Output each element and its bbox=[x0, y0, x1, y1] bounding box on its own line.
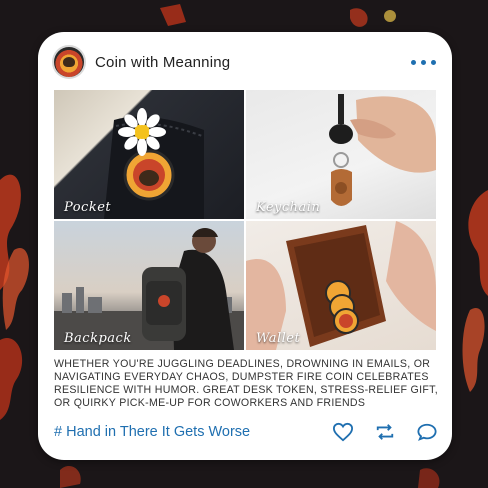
account-name[interactable]: Coin with Meanning bbox=[95, 54, 230, 71]
photo-backpack[interactable]: Backpack bbox=[54, 221, 244, 350]
post-header: Coin with Meanning bbox=[52, 44, 438, 80]
heart-icon[interactable] bbox=[332, 422, 354, 442]
avatar[interactable] bbox=[52, 45, 86, 79]
repost-icon[interactable] bbox=[374, 422, 396, 442]
comment-icon[interactable] bbox=[416, 422, 438, 442]
photo-grid: Pocket Keychain Backpack Wallet bbox=[54, 90, 436, 350]
post-description: WHETHER YOU'RE JUGGLING DEADLINES, DROWN… bbox=[54, 358, 438, 409]
more-dots-icon[interactable] bbox=[411, 59, 436, 65]
photo-keychain[interactable]: Keychain bbox=[246, 90, 436, 219]
post-card: Coin with Meanning Pocket Keychain Backp… bbox=[38, 32, 452, 460]
photo-wallet[interactable]: Wallet bbox=[246, 221, 436, 350]
post-actions bbox=[332, 422, 438, 442]
photo-label-wallet: Wallet bbox=[256, 331, 301, 346]
photo-pocket[interactable]: Pocket bbox=[54, 90, 244, 219]
hashtag-link[interactable]: # Hand in There It Gets Worse bbox=[54, 424, 250, 440]
photo-label-keychain: Keychain bbox=[256, 200, 321, 215]
photo-label-pocket: Pocket bbox=[64, 200, 112, 215]
photo-label-backpack: Backpack bbox=[64, 331, 132, 346]
